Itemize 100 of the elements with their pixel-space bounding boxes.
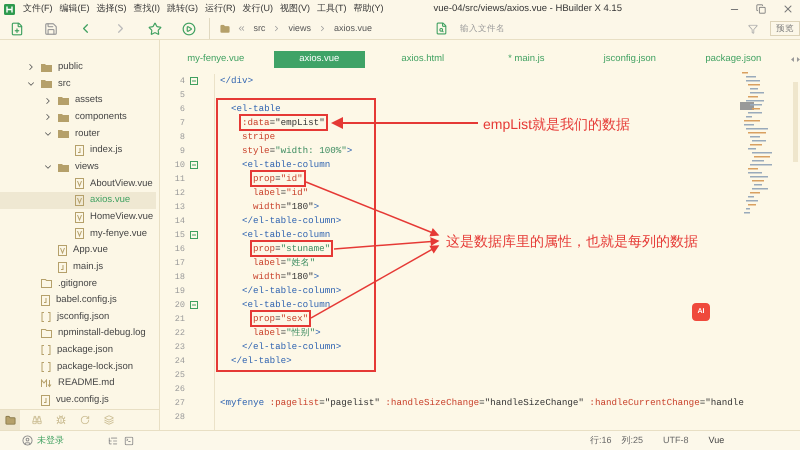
menu-item[interactable]: 视图(V) (280, 2, 310, 16)
menu-item[interactable]: 发行(U) (242, 2, 273, 16)
code-line: <el-table-column (242, 229, 330, 240)
restore-icon[interactable] (756, 4, 766, 14)
filter-icon[interactable] (748, 24, 758, 34)
menu-item[interactable]: 文件(F) (23, 2, 52, 16)
breadcrumb-item[interactable]: axios.vue (334, 22, 372, 36)
line-number: 27 (174, 396, 185, 410)
line-number: 4 (178, 74, 185, 88)
code-line: <myfenye :pagelist="pagelist" :handleSizeChange="handleSizeChange" :handleCurrentChange="handle (220, 397, 744, 408)
file-icon (75, 228, 84, 240)
fold-icon[interactable] (190, 231, 198, 239)
user-icon[interactable] (22, 435, 33, 446)
fold-icon[interactable] (190, 161, 198, 169)
file-icon (41, 279, 52, 288)
bug-icon[interactable] (56, 415, 66, 425)
refresh-icon[interactable] (80, 415, 90, 425)
tree-item[interactable]: vue.config.js (0, 392, 156, 408)
folder-icon (58, 96, 69, 106)
outline-icon[interactable] (108, 436, 118, 446)
fold-icon[interactable] (190, 77, 198, 85)
close-icon[interactable] (782, 3, 794, 15)
folder-icon (4, 414, 16, 426)
line-number: 15 (174, 228, 185, 242)
line-number: 12 (174, 186, 185, 200)
star-icon[interactable] (148, 22, 162, 36)
preview-button[interactable]: 预览 (770, 21, 800, 36)
line-number: 16 (174, 242, 185, 256)
tree-item[interactable]: README.md (0, 375, 156, 392)
file-icon (41, 329, 52, 338)
code-line: label="id" (253, 187, 308, 198)
layers-icon[interactable] (104, 415, 114, 425)
tab-scroll-icon[interactable] (791, 57, 800, 62)
menu-item[interactable]: 跳转(G) (167, 2, 198, 16)
folder-icon (220, 24, 230, 34)
folder-icon (41, 79, 52, 88)
code-line: </el-table-column> (242, 285, 342, 296)
tree-item[interactable]: babel.config.js (0, 292, 156, 309)
annotation-text: 这是数据库里的属性，也就是每列的数据 (446, 232, 698, 250)
tree-item[interactable]: router (0, 126, 156, 142)
tree-item[interactable]: App.vue (0, 242, 156, 259)
tree-item[interactable]: .gitignore (0, 275, 156, 292)
menu-item[interactable]: 查找(I) (134, 2, 160, 16)
markdown-icon (41, 378, 52, 388)
menu-item[interactable]: 帮助(Y) (354, 2, 384, 16)
brackets-icon (41, 345, 51, 356)
menu-item[interactable]: 运行(R) (205, 2, 236, 16)
tree-item[interactable]: HomeView.vue (0, 208, 156, 226)
terminal-icon[interactable] (124, 436, 134, 446)
line-number: 7 (178, 116, 185, 130)
brackets-icon (41, 362, 51, 372)
run-icon[interactable] (182, 22, 196, 36)
tree-item[interactable]: package-lock.json (0, 358, 156, 376)
binoculars-icon[interactable] (32, 415, 42, 425)
tree-item[interactable]: jsconfig.json (0, 308, 156, 326)
code-line: <el-table-column (242, 159, 330, 170)
tree-item[interactable]: main.js (0, 258, 156, 276)
explorer-tab[interactable] (0, 410, 20, 430)
line-number: 6 (178, 102, 185, 116)
tree-item[interactable]: src (0, 76, 156, 92)
tree-item[interactable]: components (0, 108, 156, 126)
tree-item[interactable]: AboutView.vue (0, 175, 156, 192)
file-icon (75, 194, 84, 206)
tree-item[interactable]: npminstall-debug.log (0, 325, 156, 342)
breadcrumb-item[interactable]: src (253, 22, 266, 36)
new-file-icon[interactable] (10, 22, 24, 36)
menu-item[interactable]: 选择(S) (96, 2, 126, 16)
brackets-icon (41, 312, 51, 322)
code-line: width="180"> (253, 271, 320, 282)
tree-item[interactable]: my-fenye.vue (0, 225, 156, 242)
highlight-box: :data="empList" (242, 117, 325, 128)
tree-item[interactable]: public (0, 59, 156, 76)
tree-item[interactable]: package.json (0, 342, 156, 359)
file-search-field[interactable]: 输入文件名 (460, 22, 740, 35)
menu-item[interactable]: 工具(T) (317, 2, 346, 16)
line-number: 22 (174, 326, 185, 340)
cursor-line: 行:16 (590, 434, 612, 447)
file-icon (75, 178, 84, 190)
language-label[interactable]: Vue (708, 434, 724, 448)
scrollbar[interactable] (793, 82, 798, 162)
tree-item[interactable]: index.js (0, 142, 156, 159)
tree-item[interactable]: assets (0, 92, 156, 109)
line-number: 21 (174, 312, 185, 326)
line-number: 11 (174, 172, 185, 186)
line-number: 8 (178, 130, 185, 144)
line-number: 25 (174, 368, 185, 382)
save-icon[interactable] (44, 22, 58, 36)
line-number: 24 (174, 354, 185, 368)
highlight-box: prop="sex" (253, 313, 308, 324)
line-number: 28 (174, 410, 185, 424)
menu-item[interactable]: 编辑(E) (60, 2, 90, 16)
double-chevron-icon[interactable] (237, 24, 246, 33)
code-line: </el-table-column> (242, 215, 342, 226)
code-line: stripe (242, 131, 276, 142)
breadcrumb-item[interactable]: views (288, 22, 311, 36)
fold-icon[interactable] (190, 301, 198, 309)
encoding-label[interactable]: UTF-8 (663, 434, 689, 448)
line-number: 18 (174, 270, 185, 284)
line-number: 23 (174, 340, 185, 354)
tree-item[interactable]: views (0, 158, 156, 176)
